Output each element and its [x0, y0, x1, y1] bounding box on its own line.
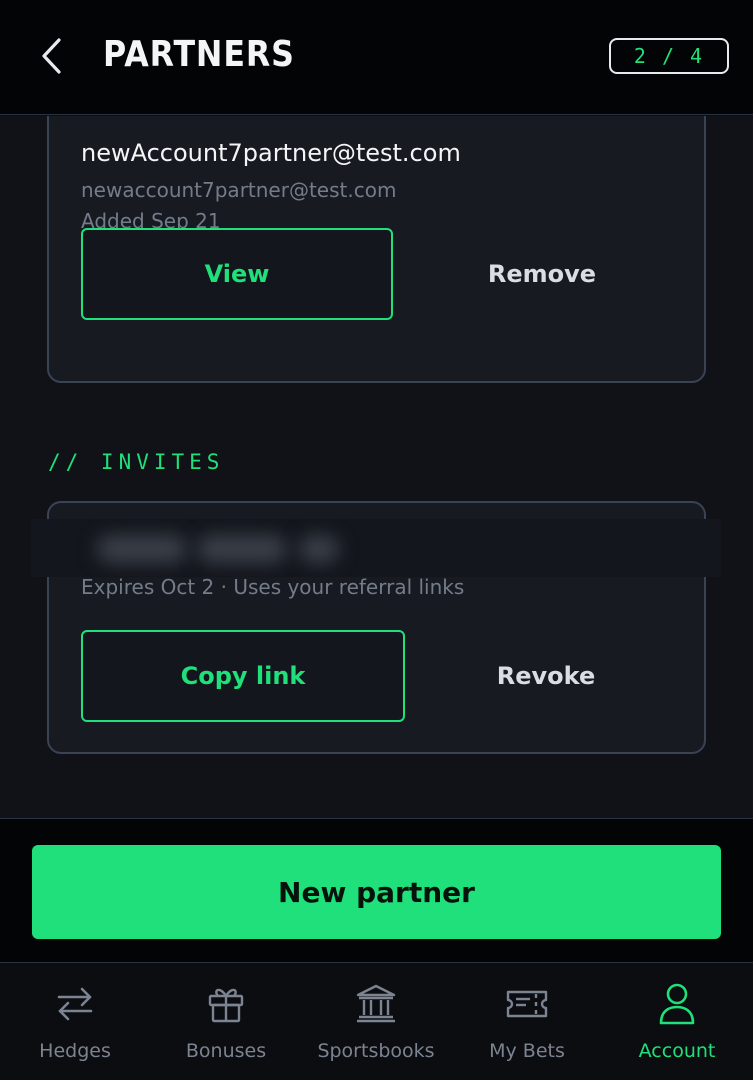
invites-section-title: // INVITES	[48, 450, 225, 474]
gift-icon	[202, 980, 250, 1028]
user-icon	[653, 980, 701, 1028]
nav-item-hedges[interactable]: Hedges	[0, 964, 150, 1080]
remove-partner-button[interactable]: Remove	[427, 228, 657, 320]
bank-icon	[352, 980, 400, 1028]
nav-label: Sportsbooks	[317, 1040, 435, 1062]
page-title: PARTNERS	[103, 34, 295, 75]
back-button[interactable]	[30, 30, 74, 82]
partner-email: newaccount7partner@test.com	[81, 178, 397, 202]
action-bar: New partner	[0, 818, 753, 963]
redacted-invite-link	[31, 519, 721, 577]
partners-list[interactable]: newAccount7partner@test.com newaccount7p…	[0, 116, 753, 818]
copy-link-button[interactable]: Copy link	[81, 630, 405, 722]
ticket-icon	[503, 980, 551, 1028]
nav-label: Bonuses	[185, 1040, 267, 1062]
nav-item-bonuses[interactable]: Bonuses	[151, 964, 301, 1080]
partner-card: newAccount7partner@test.com newaccount7p…	[47, 116, 706, 383]
swap-arrows-icon	[51, 980, 99, 1028]
nav-label: Account	[638, 1040, 716, 1062]
bottom-nav: Hedges Bonuses Sportsbooks My Bets Accou…	[0, 964, 753, 1080]
chevron-left-icon	[42, 38, 61, 74]
revoke-invite-button[interactable]: Revoke	[439, 630, 653, 722]
invite-card: Expires Oct 2 · Uses your referral links…	[31, 501, 721, 754]
view-partner-button[interactable]: View	[81, 228, 393, 320]
step-indicator: 2 / 4	[609, 38, 729, 74]
nav-item-my-bets[interactable]: My Bets	[452, 964, 602, 1080]
invite-expiry: Expires Oct 2 · Uses your referral links	[81, 575, 465, 599]
nav-item-account[interactable]: Account	[602, 964, 752, 1080]
nav-item-sportsbooks[interactable]: Sportsbooks	[301, 964, 451, 1080]
new-partner-button[interactable]: New partner	[32, 845, 721, 939]
nav-label: Hedges	[39, 1040, 111, 1062]
nav-label: My Bets	[489, 1040, 565, 1062]
top-bar: PARTNERS 2 / 4	[0, 0, 753, 115]
partner-name: newAccount7partner@test.com	[81, 139, 461, 167]
